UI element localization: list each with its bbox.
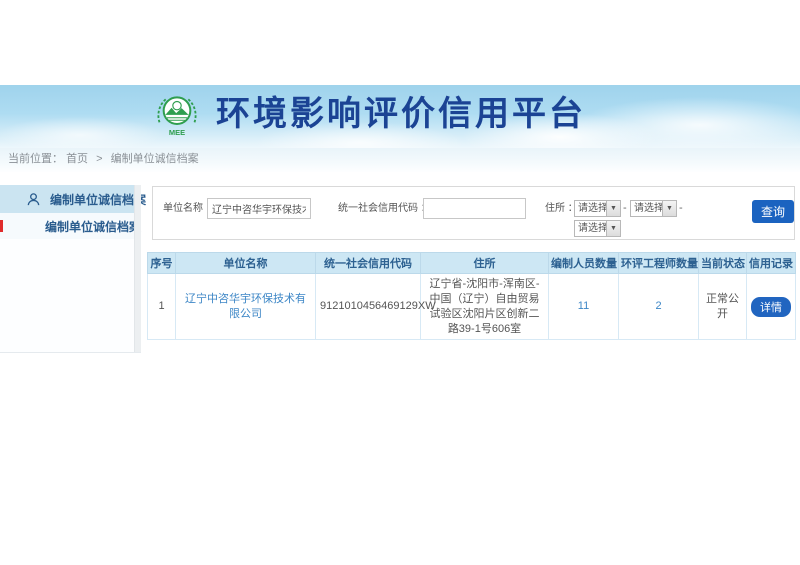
province-select-value: 请选择 <box>575 201 606 216</box>
address-city-select[interactable]: 请选择 ▼ <box>630 200 677 217</box>
address-province-select[interactable]: 请选择 ▼ <box>574 200 621 217</box>
user-icon <box>26 192 41 207</box>
chevron-down-icon: ▼ <box>606 221 620 236</box>
logo-mee-text: MEE <box>169 128 185 137</box>
breadcrumb-prefix: 当前位置： <box>8 153 63 165</box>
query-button[interactable]: 查询 <box>752 200 794 223</box>
address-separator: - <box>679 202 683 214</box>
sidebar-section-label: 编制单位诚信档案 <box>50 191 146 208</box>
breadcrumb-current: 编制单位诚信档案 <box>111 153 199 165</box>
breadcrumb-home-link[interactable]: 首页 <box>66 153 88 165</box>
sidebar-scrollbar[interactable] <box>134 185 141 352</box>
col-header-unit-name: 单位名称 <box>176 253 316 274</box>
sidebar-item-unit-credit-archive[interactable]: 编制单位诚信档案 <box>0 213 141 239</box>
sidebar: 编制单位诚信档案 编制单位诚信档案 <box>0 185 141 353</box>
col-header-staff-count: 编制人员数量 <box>549 253 619 274</box>
active-item-marker <box>0 220 3 232</box>
site-banner: MEE 环境影响评价信用平台 <box>0 85 800 148</box>
credit-code-input[interactable] <box>423 198 526 219</box>
chevron-down-icon: ▼ <box>662 201 676 216</box>
unit-name-input[interactable] <box>207 198 311 219</box>
address-label: 住所 ： <box>545 199 578 219</box>
col-header-status: 当前状态 <box>699 253 747 274</box>
cell-index: 1 <box>148 274 176 340</box>
cell-status: 正常公开 <box>699 274 747 340</box>
col-header-address: 住所 <box>421 253 549 274</box>
cell-address: 辽宁省-沈阳市-浑南区-中国（辽宁）自由贸易试验区沈阳片区创新二路39-1号60… <box>421 274 549 340</box>
search-form-panel: 单位名称 ： 统一社会信用代码 ： 住所 ： 请选择 ▼ - 请选择 ▼ - 请… <box>152 186 795 240</box>
district-select-value: 请选择 <box>575 221 606 236</box>
col-header-index: 序号 <box>148 253 176 274</box>
detail-button[interactable]: 详情 <box>751 297 791 317</box>
address-separator: - <box>623 202 627 214</box>
col-header-engineer-count: 环评工程师数量 <box>619 253 699 274</box>
table-row: 1 辽宁中咨华宇环保技术有限公司 9121010456469129XW 辽宁省-… <box>148 274 796 340</box>
unit-name-link[interactable]: 辽宁中咨华宇环保技术有限公司 <box>185 293 306 320</box>
site-title: 环境影响评价信用平台 <box>216 88 586 140</box>
page: MEE 环境影响评价信用平台 当前位置： 首页 > 编制单位诚信档案 编制单位诚… <box>0 0 800 565</box>
cell-credit-code: 9121010456469129XW <box>316 274 421 340</box>
mee-logo-icon: MEE <box>152 88 202 140</box>
sidebar-item-label: 编制单位诚信档案 <box>45 218 141 235</box>
chevron-down-icon: ▼ <box>606 201 620 216</box>
engineer-count-link[interactable]: 2 <box>655 300 661 312</box>
city-select-value: 请选择 <box>631 201 662 216</box>
breadcrumb: 当前位置： 首页 > 编制单位诚信档案 <box>0 148 800 172</box>
results-table: 序号 单位名称 统一社会信用代码 住所 编制人员数量 环评工程师数量 当前状态 … <box>147 252 796 340</box>
sidebar-section-unit-credit-archive[interactable]: 编制单位诚信档案 <box>0 185 141 213</box>
breadcrumb-separator: > <box>96 153 102 165</box>
col-header-credit-record: 信用记录 <box>747 253 796 274</box>
col-header-credit-code: 统一社会信用代码 <box>316 253 421 274</box>
address-district-select[interactable]: 请选择 ▼ <box>574 220 621 237</box>
credit-code-label: 统一社会信用代码 ： <box>338 199 418 219</box>
table-header-row: 序号 单位名称 统一社会信用代码 住所 编制人员数量 环评工程师数量 当前状态 … <box>148 253 796 274</box>
staff-count-link[interactable]: 11 <box>578 300 589 312</box>
